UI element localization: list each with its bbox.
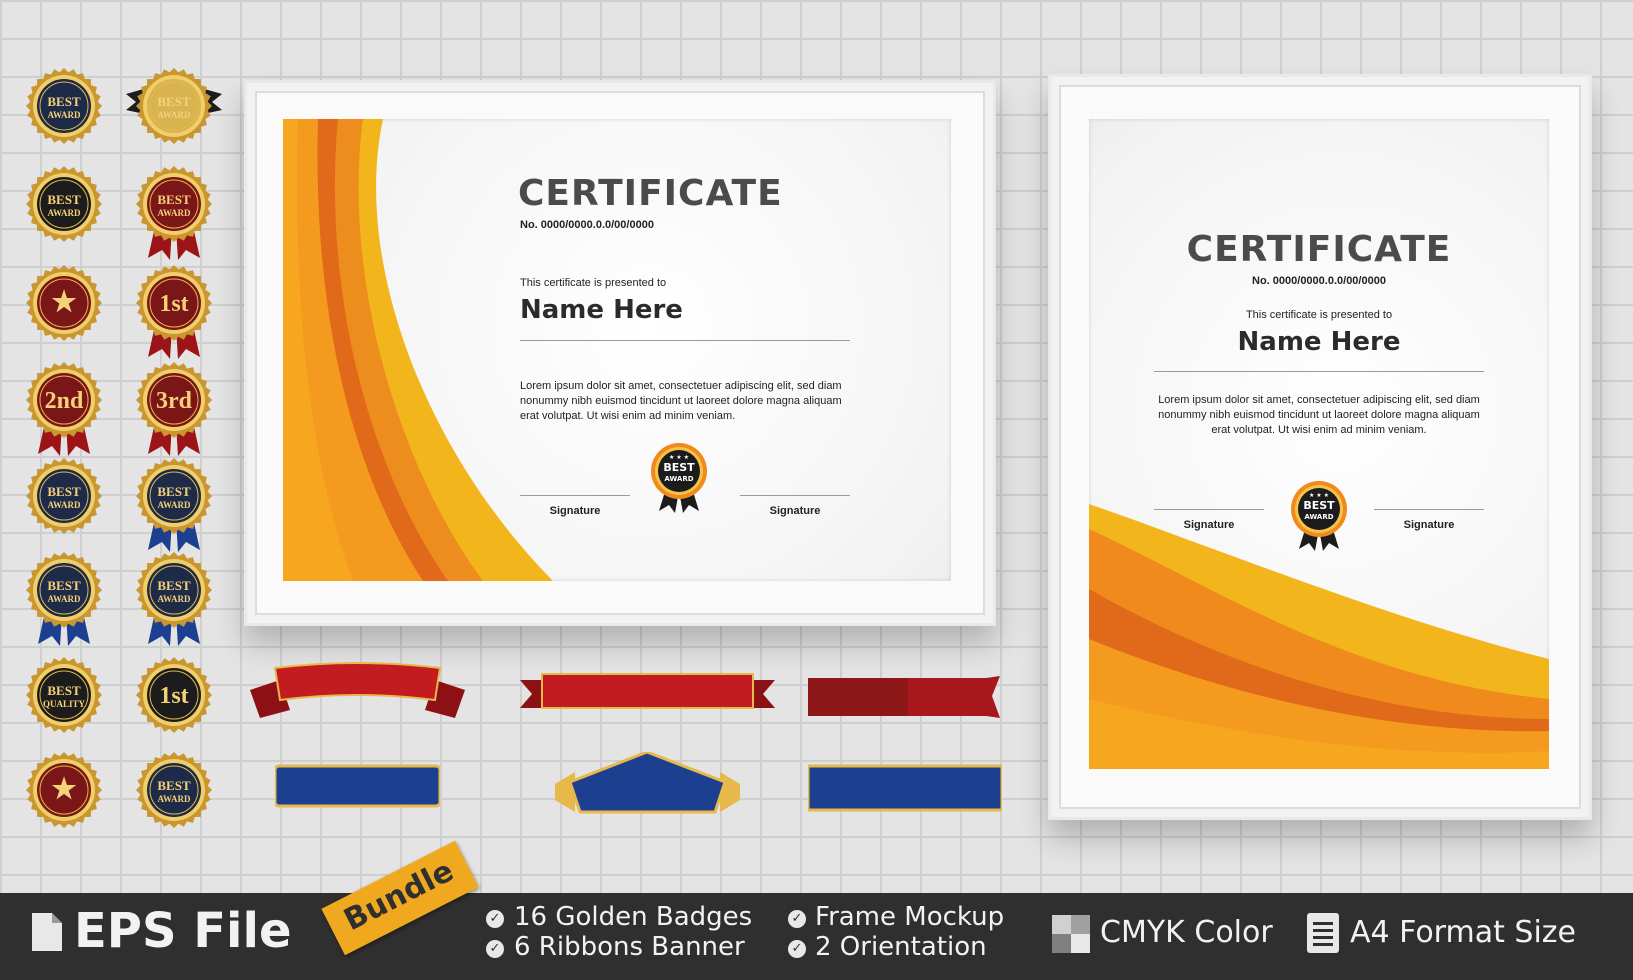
certificate-number: No. 0000/0000.0.0/00/0000: [520, 219, 654, 231]
badge-label-primary: 3rd: [156, 388, 193, 414]
svg-text:★ ★ ★: ★ ★ ★: [669, 454, 689, 461]
badge-label-primary: BEST: [157, 484, 191, 499]
badge-label-primary: 1st: [159, 683, 188, 709]
seal-line1: BEST: [663, 461, 695, 474]
badge-1: BESTAWARD: [26, 68, 102, 144]
badge-4: BESTAWARD: [136, 166, 212, 260]
red-ribbon-flat: [520, 673, 775, 709]
signature-line-left: [1154, 509, 1264, 510]
portrait-orange-waves: [1089, 504, 1549, 769]
cmyk-color-icon: [1052, 915, 1090, 953]
portrait-frame: CERTIFICATE No. 0000/0000.0.0/00/0000 Th…: [1048, 74, 1592, 820]
signature-label-right: Signature: [1403, 519, 1455, 531]
badge-label-primary: BEST: [47, 683, 81, 698]
signature-label-right: Signature: [769, 505, 821, 517]
presented-to-text: This certificate is presented to: [520, 277, 667, 289]
badge-16: BESTAWARD: [136, 752, 212, 828]
signature-label-left: Signature: [1183, 519, 1235, 531]
seal-line1: BEST: [1303, 499, 1335, 512]
feature-ribbons-banner: 6 Ribbons Banner: [514, 932, 745, 962]
badge-label-secondary: AWARD: [47, 594, 81, 604]
badge-15: ★: [26, 752, 102, 828]
feature-orientation: 2 Orientation: [815, 932, 987, 962]
feature-frame-mockup: Frame Mockup: [815, 902, 1005, 932]
badge-7: 2nd: [26, 362, 102, 456]
badge-label-primary: 1st: [159, 291, 188, 317]
badge-label-primary: BEST: [157, 94, 191, 109]
badge-3: BESTAWARD: [26, 166, 102, 242]
badge-6: 1st: [136, 265, 212, 359]
presented-to-text: This certificate is presented to: [1245, 309, 1393, 321]
badge-9: BESTAWARD: [26, 458, 102, 534]
signature-label-left: Signature: [549, 505, 601, 517]
badge-10: BESTAWARD: [136, 458, 212, 552]
a4-format-label: A4 Format Size: [1350, 915, 1576, 950]
badge-label-secondary: AWARD: [157, 794, 191, 804]
landscape-frame: CERTIFICATE No. 0000/0000.0.0/00/0000 Th…: [244, 80, 996, 626]
footer-bar: EPS File ✓ 16 Golden Badges ✓ 6 Ribbons …: [0, 893, 1633, 980]
certificate-body-text: Lorem ipsum dolor sit amet, consectetuer…: [520, 380, 842, 422]
name-underline: [520, 340, 850, 341]
document-icon: [1307, 913, 1339, 953]
blue-ribbon-pointed: [555, 752, 740, 814]
badge-label-primary: BEST: [47, 192, 81, 207]
badge-label-secondary: AWARD: [157, 110, 191, 120]
feature-golden-badges: 16 Golden Badges: [514, 902, 753, 932]
check-icon: ✓: [788, 940, 806, 958]
certificate-title: CERTIFICATE: [518, 173, 783, 214]
badge-8: 3rd: [136, 362, 212, 456]
badge-label-primary: BEST: [157, 778, 191, 793]
badge-label-primary: BEST: [47, 94, 81, 109]
red-ribbon-banner: [808, 676, 1000, 718]
badge-label-primary: BEST: [157, 192, 191, 207]
landscape-certificate: CERTIFICATE No. 0000/0000.0.0/00/0000 Th…: [283, 119, 951, 581]
award-seal-icon: BEST AWARD ★ ★ ★: [651, 443, 707, 513]
cmyk-color-label: CMYK Color: [1100, 915, 1273, 950]
badge-label-primary: ★: [51, 287, 76, 318]
badge-label-primary: ★: [51, 774, 76, 805]
name-underline: [1154, 371, 1484, 372]
eps-file-label: EPS File: [74, 903, 292, 959]
certificate-title: CERTIFICATE: [1186, 229, 1452, 270]
check-icon: ✓: [486, 910, 504, 928]
portrait-certificate: CERTIFICATE No. 0000/0000.0.0/00/0000 Th…: [1089, 119, 1549, 769]
badge-label-primary: BEST: [47, 578, 81, 593]
badge-label-secondary: QUALITY: [43, 699, 86, 709]
certificate-number: No. 0000/0000.0.0/00/0000: [1252, 275, 1386, 287]
red-ribbon-curved: [250, 662, 465, 718]
badge-13: BESTQUALITY: [26, 657, 102, 733]
seal-line2: AWARD: [664, 475, 693, 483]
signature-line-right: [740, 495, 850, 496]
badge-5: ★: [26, 265, 102, 341]
badge-label-primary: BEST: [47, 484, 81, 499]
check-icon: ✓: [788, 910, 806, 928]
blue-ribbon-banner: [808, 764, 1002, 812]
signature-line-right: [1374, 509, 1484, 510]
badge-label-secondary: AWARD: [157, 500, 191, 510]
badge-label-primary: BEST: [157, 578, 191, 593]
certificate-body-text: Lorem ipsum dolor sit amet, consectetuer…: [1158, 394, 1480, 436]
signature-line-left: [520, 495, 630, 496]
badge-label-secondary: AWARD: [47, 110, 81, 120]
recipient-name: Name Here: [520, 295, 683, 325]
seal-line2: AWARD: [1304, 513, 1333, 521]
file-icon: [32, 913, 62, 951]
badge-label-secondary: AWARD: [47, 500, 81, 510]
badge-11: BESTAWARD: [26, 552, 102, 646]
badge-label-secondary: AWARD: [157, 594, 191, 604]
award-seal-icon: BEST AWARD ★ ★ ★: [1291, 481, 1347, 551]
brick-wall-background: CERTIFICATE No. 0000/0000.0.0/00/0000 Th…: [0, 0, 1633, 980]
badge-14: 1st: [136, 657, 212, 733]
recipient-name: Name Here: [1237, 327, 1401, 357]
badge-2: BESTAWARD: [126, 68, 222, 144]
badge-label-secondary: AWARD: [47, 208, 81, 218]
badge-label-primary: 2nd: [45, 388, 84, 414]
check-icon: ✓: [486, 940, 504, 958]
badge-label-secondary: AWARD: [157, 208, 191, 218]
blue-ribbon-plain: [275, 764, 440, 808]
svg-text:★ ★ ★: ★ ★ ★: [1309, 492, 1329, 499]
badge-12: BESTAWARD: [136, 552, 212, 646]
